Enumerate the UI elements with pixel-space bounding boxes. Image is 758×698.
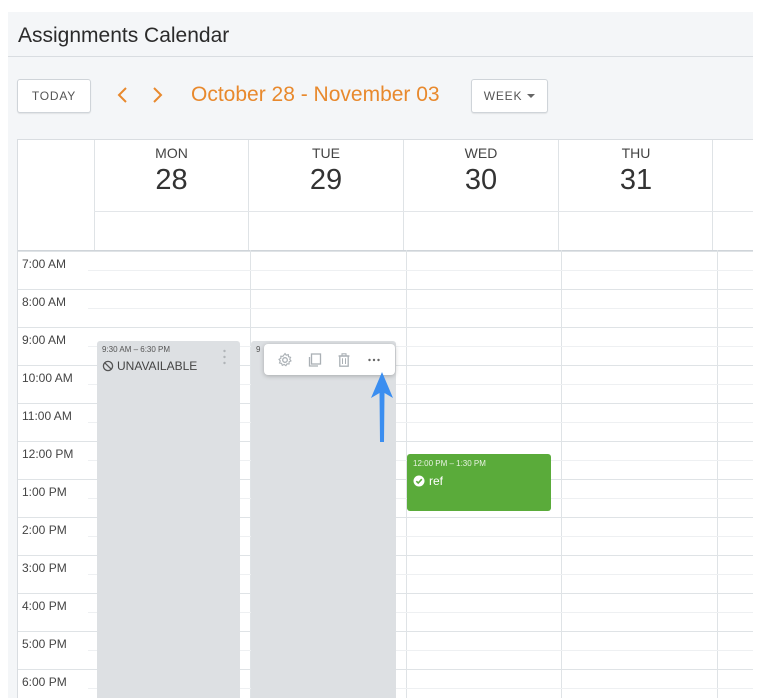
day-of-week: TUE <box>312 145 340 161</box>
pointer-arrow-icon <box>371 372 393 442</box>
date-range-label: October 28 - November 03 <box>191 83 440 106</box>
title-divider <box>8 56 753 57</box>
delete-icon[interactable] <box>334 350 354 370</box>
more-icon[interactable] <box>364 350 384 370</box>
day-number: 30 <box>464 164 498 196</box>
page-title: Assignments Calendar <box>18 24 230 47</box>
blocked-icon <box>102 360 114 372</box>
day-number: 31 <box>619 164 653 196</box>
today-button[interactable]: TODAY <box>17 79 91 113</box>
all-day-divider <box>94 211 753 212</box>
half-hour-line <box>88 270 753 271</box>
view-select[interactable]: WEEK <box>471 79 548 113</box>
prev-week-icon[interactable] <box>113 83 133 107</box>
unavailable-label: UNAVAILABLE <box>117 359 198 373</box>
event-label: UNAVAILABLE <box>102 359 197 373</box>
week-grid: MON 28 TUE 29 WED 30 THU 31 7:00 AM 8:00 … <box>17 139 753 698</box>
hour-line <box>18 289 753 290</box>
time-label: 1:00 PM <box>22 485 67 499</box>
time-label: 2:00 PM <box>22 523 67 537</box>
event-time: 12:00 PM – 1:30 PM <box>413 459 486 468</box>
check-circle-icon <box>413 475 425 487</box>
day-of-week: MON <box>155 145 188 161</box>
day-header-mon[interactable]: MON 28 <box>94 140 248 250</box>
unavailable-block-mon[interactable]: 9:30 AM – 6:30 PM UNAVAILABLE <box>97 341 240 698</box>
day-number: 28 <box>155 164 188 196</box>
next-week-icon[interactable] <box>147 83 167 107</box>
copy-icon[interactable] <box>305 350 325 370</box>
hour-line <box>18 251 753 252</box>
hour-line <box>18 327 753 328</box>
day-header-wed[interactable]: WED 30 <box>403 140 558 250</box>
day-header-tue[interactable]: TUE 29 <box>248 140 403 250</box>
view-select-label: WEEK <box>483 89 523 103</box>
day-header-thu[interactable]: THU 31 <box>558 140 713 250</box>
more-vertical-icon[interactable] <box>223 349 226 365</box>
time-label: 9:00 AM <box>22 333 67 347</box>
time-label: 3:00 PM <box>22 561 67 575</box>
time-label: 10:00 AM <box>22 371 73 385</box>
time-label: 8:00 AM <box>22 295 67 309</box>
half-hour-line <box>88 308 753 309</box>
time-label: 7:00 AM <box>22 257 67 271</box>
event-label: ref <box>413 474 443 488</box>
day-number: 29 <box>309 164 343 196</box>
event-time: 9 <box>256 345 261 354</box>
day-of-week: WED <box>464 145 498 161</box>
day-of-week: THU <box>621 145 651 161</box>
time-label: 11:00 AM <box>22 409 72 423</box>
event-block-wed[interactable]: 12:00 PM – 1:30 PM ref <box>407 454 551 511</box>
calendar-panel: Assignments Calendar TODAY October 28 - … <box>8 12 753 698</box>
event-time: 9:30 AM – 6:30 PM <box>102 345 171 354</box>
time-label: 12:00 PM <box>22 447 74 461</box>
event-title: ref <box>429 474 444 488</box>
time-label: 6:00 PM <box>22 675 67 689</box>
caret-down-icon <box>527 94 536 98</box>
settings-icon[interactable] <box>275 350 295 370</box>
day-header-next <box>712 140 753 250</box>
time-label: 4:00 PM <box>22 599 67 613</box>
time-label: 5:00 PM <box>22 637 67 651</box>
